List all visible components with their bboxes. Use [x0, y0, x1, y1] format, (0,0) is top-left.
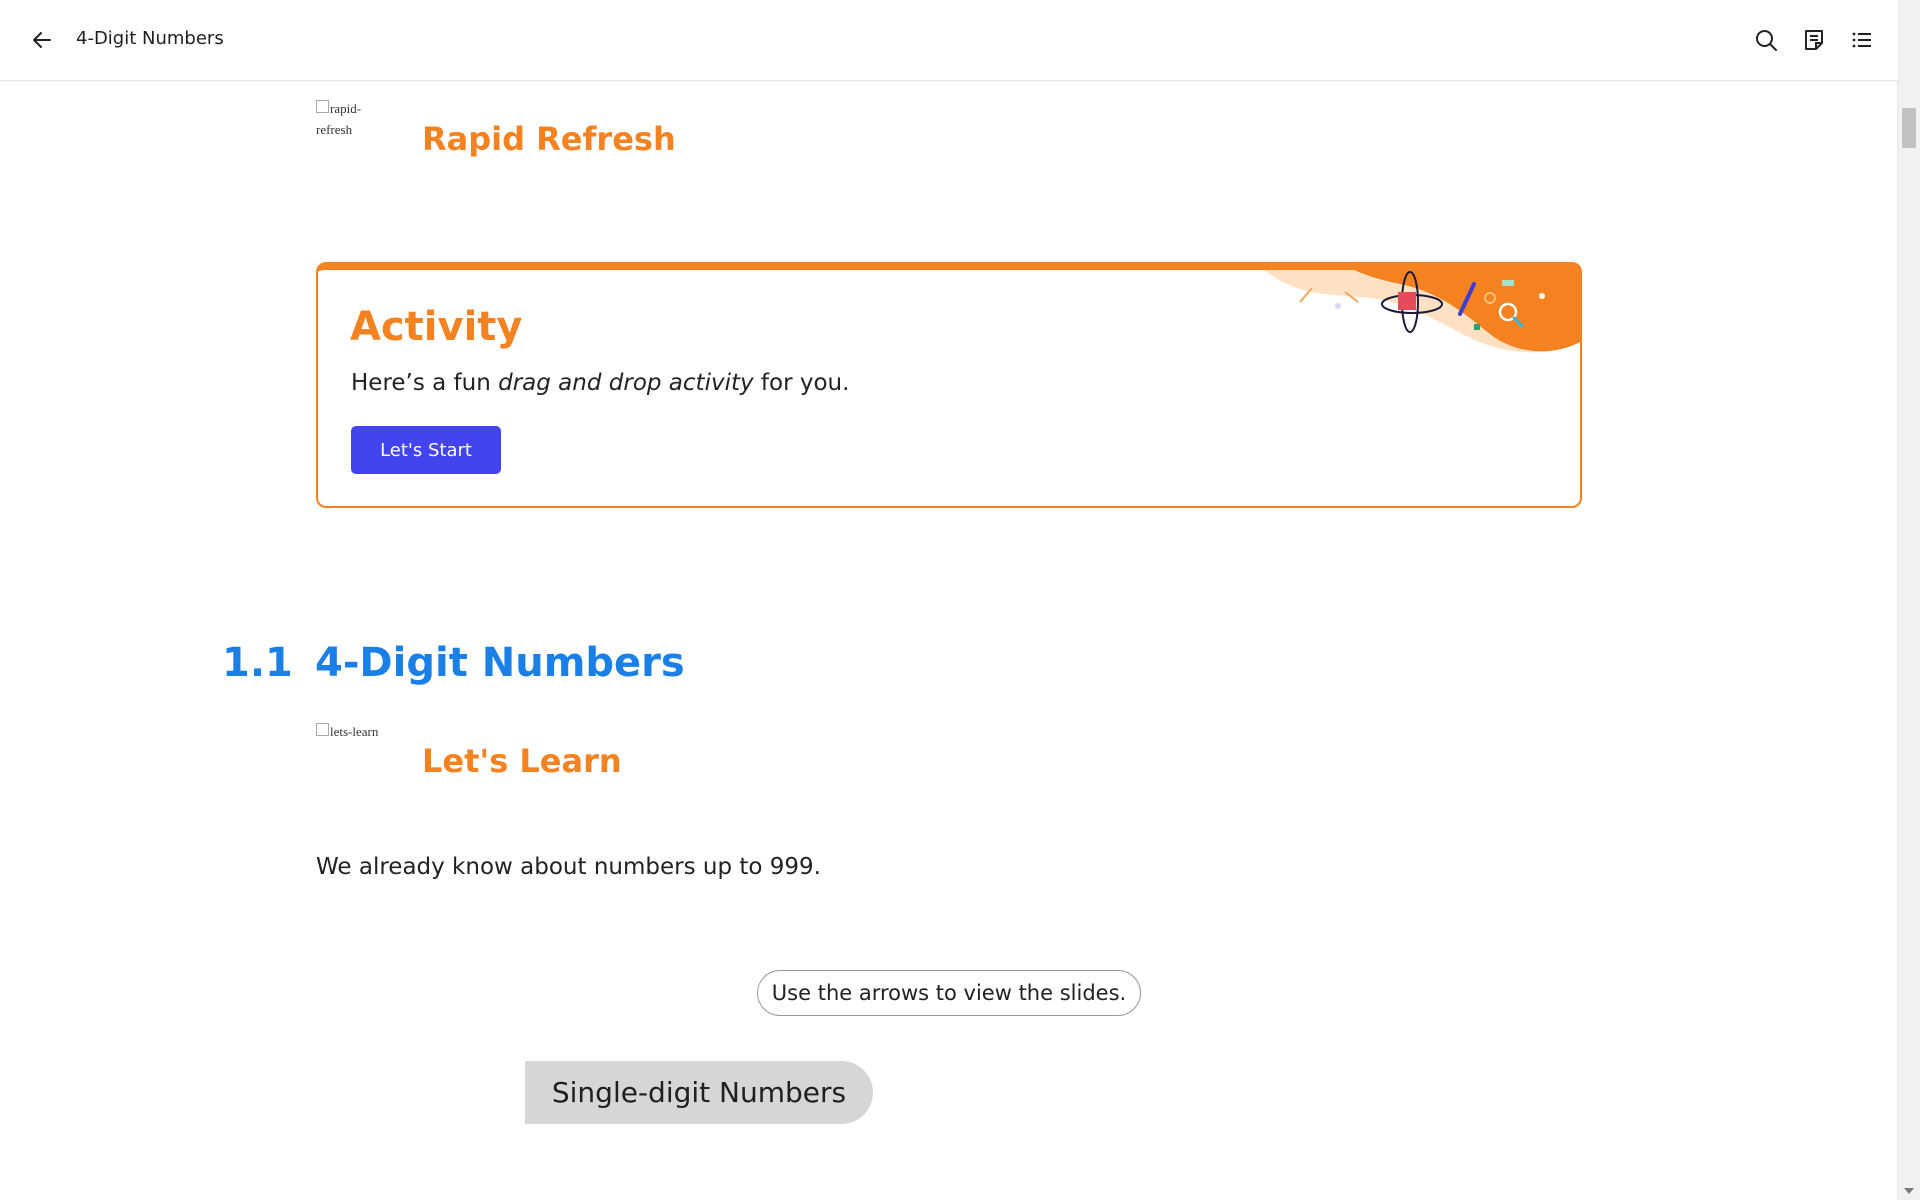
- lets-learn-label: Let's Learn: [422, 742, 622, 780]
- page-title: 4-Digit Numbers: [76, 28, 224, 49]
- activity-card: Activity Here’s a fun drag and drop acti…: [316, 262, 1582, 508]
- back-arrow-icon: [33, 32, 51, 48]
- top-bar: 4-Digit Numbers: [0, 0, 1898, 81]
- broken-image-icon: [316, 723, 329, 736]
- list-icon: [1852, 32, 1871, 48]
- image-alt-text: refresh: [316, 122, 353, 137]
- search-button[interactable]: [1750, 24, 1782, 56]
- scrollbar-thumb[interactable]: [1902, 108, 1916, 148]
- rapid-refresh-label: Rapid Refresh: [422, 120, 676, 158]
- slides-hint: Use the arrows to view the slides.: [757, 970, 1141, 1016]
- image-alt-text: lets-learn: [330, 724, 379, 739]
- notes-button[interactable]: [1798, 24, 1830, 56]
- activity-decoration-icon: [1263, 270, 1580, 353]
- section-title: 4-Digit Numbers: [315, 640, 685, 686]
- description-text: Here’s a fun: [351, 370, 499, 396]
- back-button[interactable]: [26, 24, 58, 56]
- image-alt-text: rapid-: [330, 101, 362, 116]
- slide-tab-single-digit-numbers[interactable]: Single-digit Numbers: [525, 1061, 873, 1124]
- search-icon: [1756, 30, 1777, 51]
- page: 4-Digit Numbers rapid- refresh Rapid Ref…: [0, 0, 1920, 1200]
- section-number: 1.1: [222, 640, 293, 686]
- notes-icon: [1805, 30, 1823, 50]
- lets-start-button[interactable]: Let's Start: [351, 426, 501, 474]
- table-of-contents-button[interactable]: [1846, 24, 1878, 56]
- broken-image-icon: [316, 100, 329, 113]
- lets-learn-image: lets-learn: [316, 721, 378, 742]
- vertical-scrollbar[interactable]: [1897, 0, 1920, 1200]
- activity-description: Here’s a fun drag and drop activity for …: [351, 370, 849, 396]
- description-emphasis: drag and drop activity: [498, 370, 754, 396]
- activity-title: Activity: [350, 304, 523, 350]
- top-actions: [1750, 24, 1878, 56]
- scroll-down-arrow-icon[interactable]: [1904, 1188, 1914, 1194]
- intro-text: We already know about numbers up to 999.: [316, 854, 821, 880]
- description-text: for you.: [753, 370, 850, 396]
- rapid-refresh-image: rapid- refresh: [316, 98, 361, 140]
